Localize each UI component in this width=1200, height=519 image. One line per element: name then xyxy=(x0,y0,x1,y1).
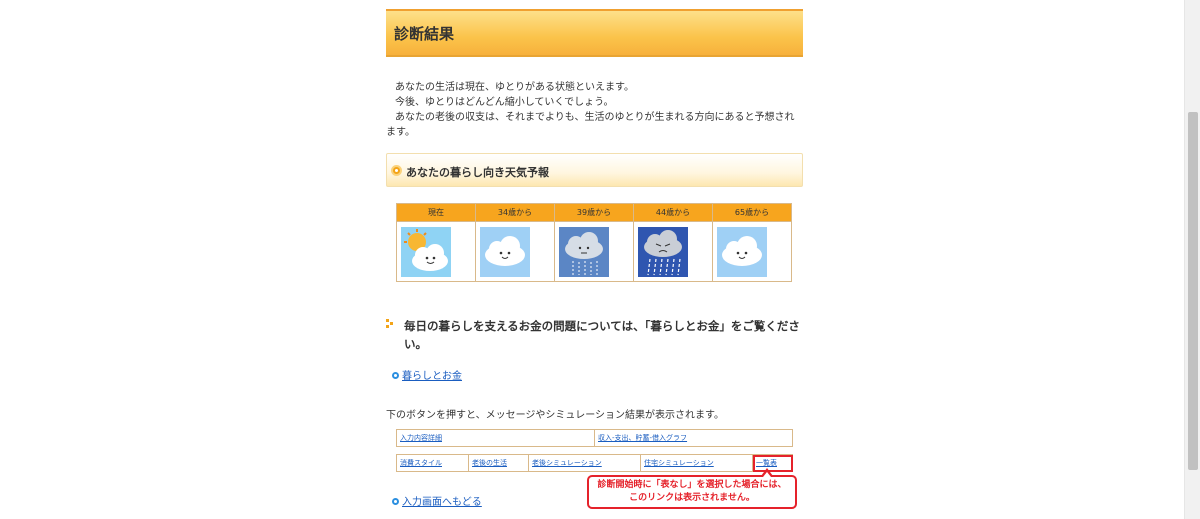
info-text: 下のボタンを押すと、メッセージやシミュレーション結果が表示されます。 xyxy=(386,410,724,421)
vertical-scrollbar[interactable] xyxy=(1184,0,1200,519)
cloud-icon xyxy=(717,226,767,277)
button-cell: 入力内容詳細 xyxy=(396,429,595,447)
forecast-cell xyxy=(554,221,634,282)
result-line: あなたの生活は現在、ゆとりがある状態といえます。 xyxy=(395,82,634,93)
forecast-cell xyxy=(712,221,792,282)
button-cell: 老後の生活 xyxy=(468,454,529,472)
income-savings-graph-link[interactable]: 収入-支出、貯蓄-借入グラフ xyxy=(598,434,687,442)
circle-bullet-icon xyxy=(392,372,399,379)
forecast-col-header: 34歳から xyxy=(475,203,555,222)
living-money-link[interactable]: 暮らしとお金 xyxy=(402,371,462,382)
callout-line: 診断開始時に「表なし」を選択した場合には、 xyxy=(597,480,787,490)
result-message: あなたの生活は現在、ゆとりがある状態といえます。 今後、ゆとりはどんどん縮小して… xyxy=(386,80,803,140)
button-cell: 収入-支出、貯蓄-借入グラフ xyxy=(594,429,793,447)
housing-simulation-link[interactable]: 住宅シミュレーション xyxy=(644,459,714,467)
result-line: あなたの老後の収支は、それまでよりも、生活のゆとりが生まれる方向にあると予想され… xyxy=(386,112,795,138)
dot-bullet-icon xyxy=(386,319,394,329)
circle-bullet-icon xyxy=(391,165,402,176)
callout-note: 診断開始時に「表なし」を選択した場合には、 このリンクは表示されません。 xyxy=(587,475,797,509)
scrollbar-thumb[interactable] xyxy=(1188,112,1198,470)
retirement-life-link[interactable]: 老後の生活 xyxy=(472,459,507,467)
forecast-title: あなたの暮らし向き天気予報 xyxy=(406,166,549,179)
callout-pointer-inner xyxy=(763,472,771,477)
button-table-row1: 入力内容詳細 収入-支出、貯蓄-借入グラフ xyxy=(396,429,793,447)
back-to-input-link[interactable]: 入力画面へもどる xyxy=(402,497,482,508)
button-cell: 老後シミュレーション xyxy=(528,454,641,472)
button-cell: 住宅シミュレーション xyxy=(640,454,753,472)
button-cell: 消費スタイル xyxy=(396,454,469,472)
callout-line: このリンクは表示されません。 xyxy=(629,493,755,503)
forecast-col-header: 39歳から xyxy=(554,203,634,222)
result-header: 診断結果 xyxy=(386,9,803,57)
summary-table-link[interactable]: 一覧表 xyxy=(756,459,777,467)
forecast-header: あなたの暮らし向き天気予報 xyxy=(386,153,803,187)
living-money-link-row: 暮らしとお金 xyxy=(392,367,462,382)
retirement-simulation-link[interactable]: 老後シミュレーション xyxy=(532,459,602,467)
input-details-link[interactable]: 入力内容詳細 xyxy=(400,434,442,442)
sun-cloud-icon xyxy=(401,226,451,277)
consumption-style-link[interactable]: 消費スタイル xyxy=(400,459,442,467)
result-line: 今後、ゆとりはどんどん縮小していくでしょう。 xyxy=(395,97,614,108)
forecast-col-header: 現在 xyxy=(396,203,476,222)
advice-block: 毎日の暮らしを支えるお金の問題については、「暮らしとお金」をご覧ください。 xyxy=(386,317,803,353)
result-title: 診断結果 xyxy=(394,25,455,43)
forecast-cell xyxy=(475,221,555,282)
button-table-row2: 消費スタイル 老後の生活 老後シミュレーション 住宅シミュレーション 一覧表 xyxy=(396,454,793,472)
advice-text: 毎日の暮らしを支えるお金の問題については、「暮らしとお金」をご覧ください。 xyxy=(404,319,800,351)
circle-bullet-icon xyxy=(392,498,399,505)
light-rain-icon xyxy=(559,226,609,277)
weather-forecast-table: 現在 34歳から 39歳から 44歳から 65歳から xyxy=(396,203,792,282)
forecast-cell xyxy=(396,221,476,282)
cloud-icon xyxy=(480,226,530,277)
back-link-row: 入力画面へもどる xyxy=(392,493,482,508)
forecast-col-header: 65歳から xyxy=(712,203,792,222)
forecast-cell xyxy=(633,221,713,282)
heavy-rain-icon xyxy=(638,226,688,277)
forecast-col-header: 44歳から xyxy=(633,203,713,222)
